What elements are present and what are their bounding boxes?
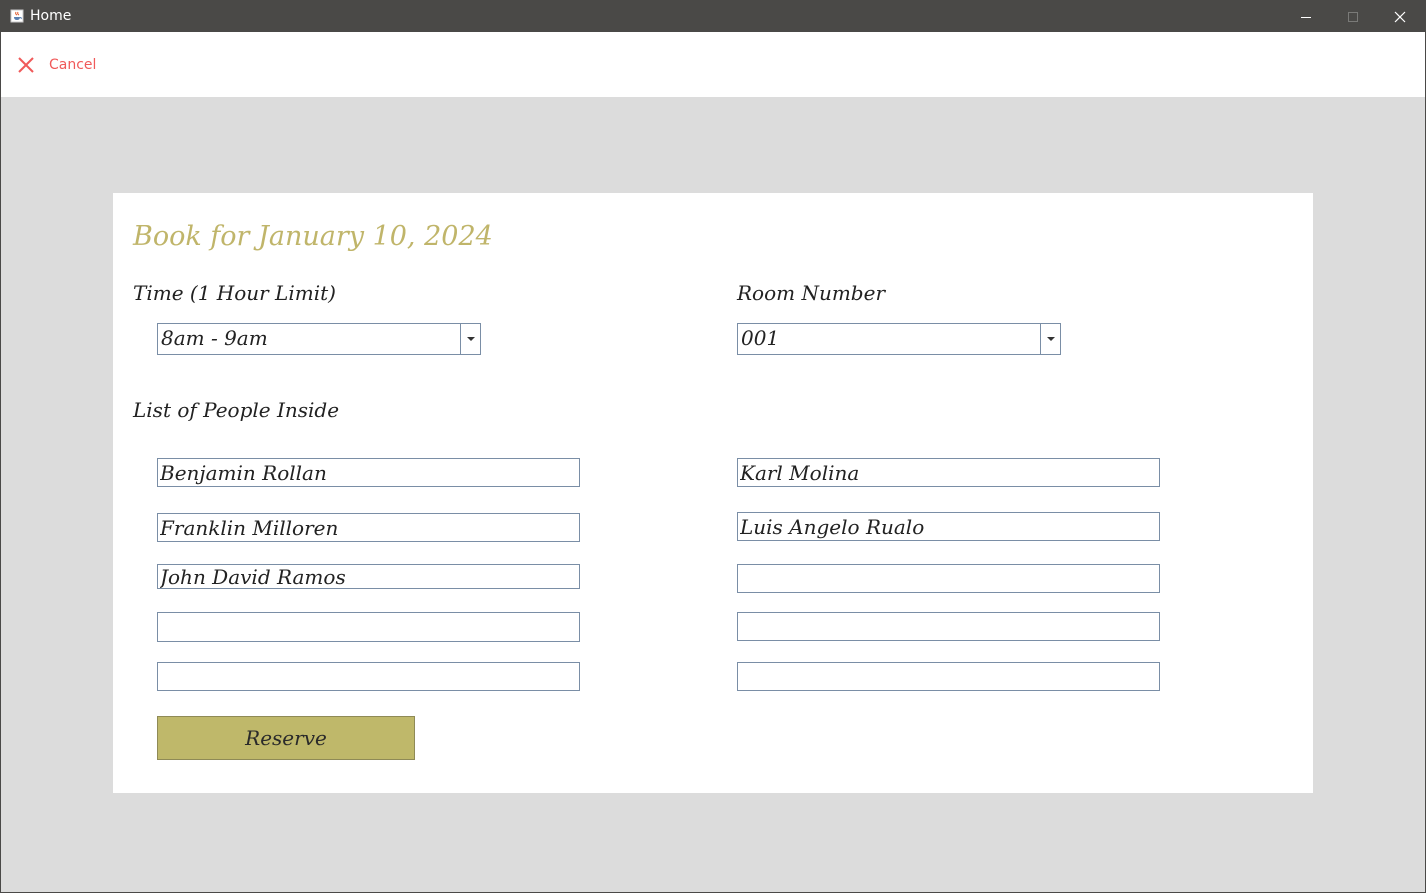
booking-form-card: Book for January 10, 2024 Time (1 Hour L… (113, 193, 1313, 793)
dropdown-arrow-icon[interactable] (1040, 324, 1060, 354)
close-button[interactable] (1377, 1, 1423, 32)
room-label: Room Number (737, 281, 886, 305)
minimize-button[interactable] (1283, 1, 1329, 32)
people-label: List of People Inside (133, 398, 340, 422)
dropdown-arrow-icon[interactable] (460, 324, 480, 354)
maximize-button[interactable] (1330, 1, 1376, 32)
person-input-left-3[interactable] (157, 564, 580, 589)
app-window: Home Cancel Book for January 10, 2024 Ti… (0, 0, 1426, 893)
toolbar: Cancel (1, 32, 1425, 97)
time-select-value: 8am - 9am (161, 326, 268, 350)
booking-heading: Book for January 10, 2024 (133, 221, 493, 252)
person-input-left-5[interactable] (157, 662, 580, 691)
close-icon (1394, 11, 1406, 22)
java-cup-icon (10, 9, 24, 23)
person-input-left-2[interactable] (157, 513, 580, 542)
person-input-right-2[interactable] (737, 512, 1160, 541)
reserve-label: Reserve (245, 726, 327, 750)
reserve-button[interactable]: Reserve (157, 716, 415, 760)
person-input-right-5[interactable] (737, 662, 1160, 691)
person-input-left-1[interactable] (157, 458, 580, 487)
person-input-right-3[interactable] (737, 564, 1160, 593)
maximize-icon (1348, 11, 1358, 22)
time-label: Time (1 Hour Limit) (133, 281, 336, 305)
time-select[interactable]: 8am - 9am (157, 323, 481, 355)
person-input-right-1[interactable] (737, 458, 1160, 487)
cancel-label: Cancel (49, 57, 97, 73)
title-bar[interactable]: Home (1, 1, 1425, 32)
window-title: Home (30, 8, 72, 24)
minimize-icon (1301, 16, 1311, 18)
cancel-button[interactable]: Cancel (15, 54, 96, 76)
room-select[interactable]: 001 (737, 323, 1061, 355)
room-select-value: 001 (741, 326, 780, 350)
person-input-left-4[interactable] (157, 612, 580, 642)
person-input-right-4[interactable] (737, 612, 1160, 641)
x-icon (18, 57, 34, 73)
